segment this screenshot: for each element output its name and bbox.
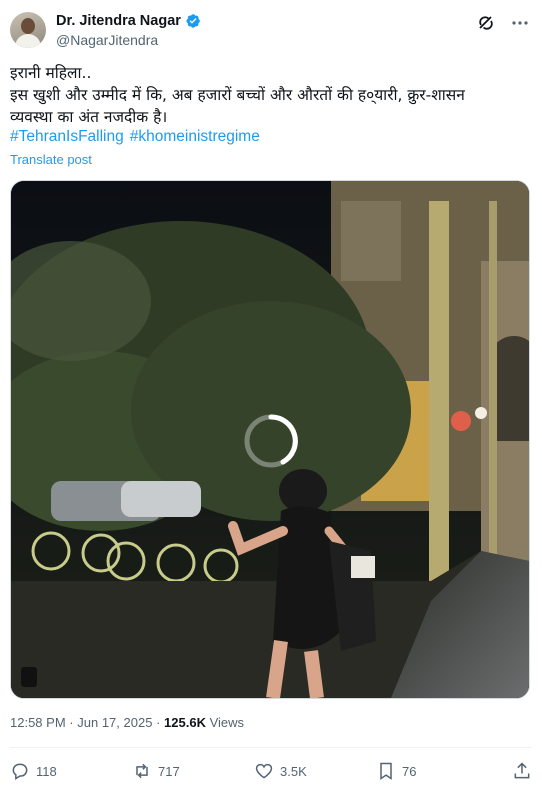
verified-badge-icon (185, 13, 201, 29)
hashtag-link[interactable]: #khomeinistregime (130, 128, 260, 145)
like-count: 3.5K (280, 763, 307, 779)
reply-button[interactable]: 118 (10, 761, 132, 781)
hashtag-link[interactable]: #TehranIsFalling (10, 128, 124, 145)
author-handle[interactable]: @NagarJitendra (56, 32, 158, 48)
share-icon (514, 762, 530, 779)
meta-separator: · (69, 715, 74, 730)
grok-icon[interactable] (476, 13, 496, 33)
repost-button[interactable]: 717 (132, 761, 254, 781)
repost-icon (136, 763, 148, 779)
bookmark-button[interactable]: 76 (376, 761, 498, 781)
post-header: Dr. Jitendra Nagar @NagarJitendra (10, 10, 532, 50)
heart-icon (255, 763, 273, 779)
author-name[interactable]: Dr. Jitendra Nagar (56, 13, 181, 29)
avatar[interactable] (10, 12, 46, 48)
meta-separator: · (156, 715, 161, 730)
video-badge-icon (21, 667, 37, 687)
divider (10, 747, 532, 748)
reply-count: 118 (36, 763, 57, 779)
views-count: 125.6K (164, 715, 206, 730)
more-icon[interactable] (510, 13, 530, 33)
author-name-row: Dr. Jitendra Nagar (56, 13, 201, 29)
reply-icon (12, 763, 28, 780)
hashtag-list: #TehranIsFalling #khomeinistregime (10, 128, 266, 146)
translate-post-link[interactable]: Translate post (10, 152, 92, 167)
repost-count: 717 (158, 763, 180, 779)
bookmark-count: 76 (402, 763, 417, 779)
like-button[interactable]: 3.5K (254, 761, 376, 781)
post-date[interactable]: Jun 17, 2025 (77, 715, 152, 730)
post-text: इरानी महिला.. इस खुशी और उम्मीद में कि, … (10, 64, 465, 126)
post-time[interactable]: 12:58 PM (10, 715, 66, 730)
post-meta: 12:58 PM · Jun 17, 2025 · 125.6K Views (10, 715, 244, 730)
video-player[interactable] (10, 180, 530, 699)
action-bar: 118 717 3.5K 76 (10, 758, 532, 784)
share-button[interactable] (512, 761, 532, 781)
loading-spinner-icon (244, 414, 298, 468)
views-label: Views (209, 715, 245, 730)
bookmark-icon (380, 762, 392, 780)
